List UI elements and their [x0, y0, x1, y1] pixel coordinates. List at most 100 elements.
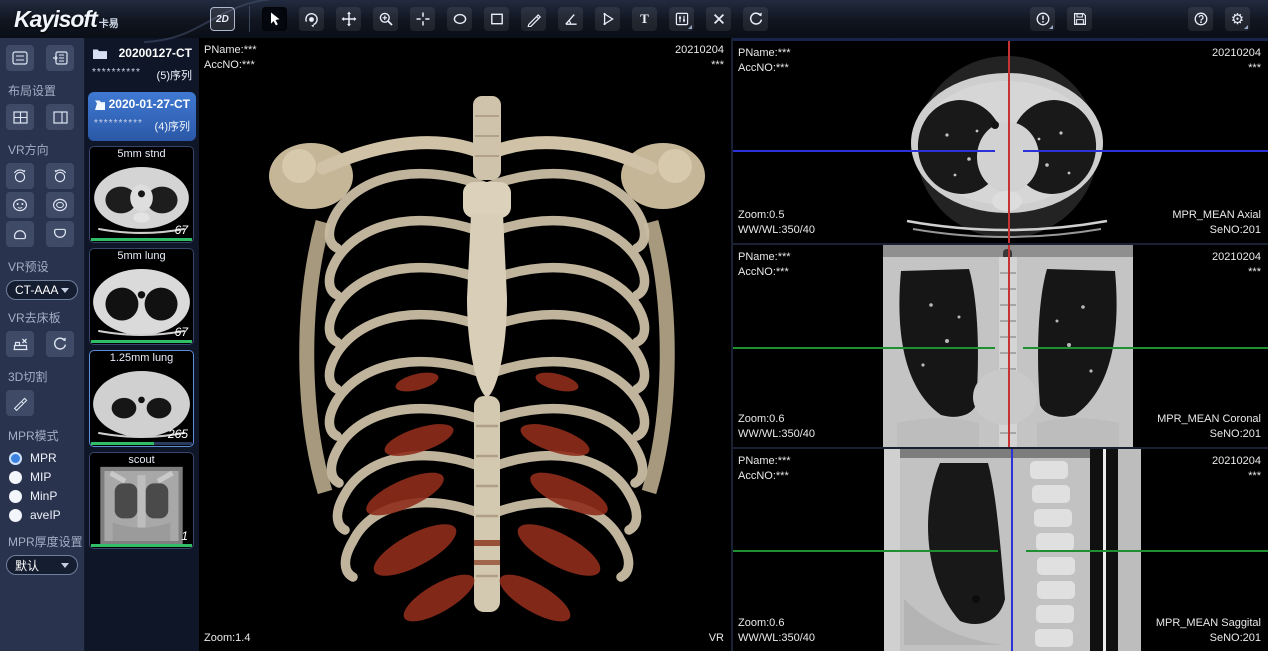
ellipse-roi-tool-button[interactable]: [447, 7, 472, 31]
measure-tool-button[interactable]: [521, 7, 546, 31]
pan-tool-button[interactable]: [336, 7, 361, 31]
layout-grid-button[interactable]: [6, 104, 34, 130]
axial-crosshair-vertical-red[interactable]: [1008, 41, 1010, 243]
app-window: Kayisoft 卡易 2D: [0, 0, 1268, 651]
series-thumbnail-scout[interactable]: scout 1: [89, 452, 194, 549]
vr-preset-select[interactable]: CT-AAA: [6, 280, 78, 300]
mpr-axial-viewport[interactable]: PName:*** AccNO:*** 20210204 *** Zoom:0.…: [733, 38, 1268, 243]
axial-overlay-topleft: PName:*** AccNO:***: [738, 46, 791, 76]
pan-icon: [341, 11, 357, 27]
mpr-sagittal-viewport[interactable]: PName:*** AccNO:*** 20210204 *** Zoom:0.…: [733, 449, 1268, 651]
vr-zoom: Zoom:1.4: [204, 631, 250, 646]
series-thumbnail-5mm-lung[interactable]: 5mm lung 67: [89, 248, 194, 345]
axial-wwwl: WW/WL:350/40: [738, 223, 815, 238]
study-item-1[interactable]: 20200127-CT ********** (5)序列: [85, 40, 199, 90]
layout-split-button[interactable]: [46, 104, 74, 130]
axial-crosshair-horizontal-blue[interactable]: [733, 150, 1268, 152]
mpr-mode-radio-mpr[interactable]: MPR: [9, 449, 84, 467]
cut3d-section-label: 3D切割: [8, 368, 84, 385]
remove-bed-button[interactable]: [6, 331, 34, 357]
scalpel-cut-button[interactable]: [6, 390, 34, 416]
axial-seno: SeNO:201: [1172, 223, 1261, 238]
info-icon: [1035, 11, 1051, 27]
sagittal-mode: MPR_MEAN Saggital: [1156, 616, 1261, 631]
sagittal-overlay-topleft: PName:*** AccNO:***: [738, 454, 791, 484]
zoom-tool-button[interactable]: [373, 7, 398, 31]
head-rotate-right-icon: [52, 168, 68, 184]
mpr-mode-radio-aveip[interactable]: aveIP: [9, 506, 84, 524]
list-panel-icon: [12, 51, 28, 65]
window-level-tool-button[interactable]: [669, 7, 694, 31]
mpr-coronal-viewport[interactable]: PName:*** AccNO:*** 20210204 *** Zoom:0.…: [733, 245, 1268, 447]
save-floppy-icon: [1072, 11, 1088, 27]
panel-collapse-button[interactable]: [46, 45, 74, 71]
panel-list-button[interactable]: [6, 45, 34, 71]
sagittal-date: 20210204: [1212, 454, 1261, 469]
head-rotate-left-icon: [12, 168, 28, 184]
study-title: 20200127-CT: [112, 46, 192, 60]
mpr-thickness-select[interactable]: 默认: [6, 555, 78, 575]
sagittal-crosshair-horizontal-green[interactable]: [733, 550, 1268, 552]
mpr-mode-radio-mip[interactable]: MIP: [9, 468, 84, 486]
vr-direction-bottom-button[interactable]: [46, 221, 74, 247]
angle-icon: [563, 11, 579, 27]
vr-direction-back-button[interactable]: [46, 192, 74, 218]
thumbnail-label: scout: [90, 454, 193, 466]
help-button[interactable]: [1188, 7, 1213, 31]
sagittal-overlay-bottomright: MPR_MEAN Saggital SeNO:201: [1156, 616, 1261, 646]
crosshair-icon: [415, 11, 431, 27]
reset-tool-button[interactable]: [743, 7, 768, 31]
thumbnail-image-count: 265: [168, 427, 188, 441]
delete-annotation-tool-button[interactable]: [706, 7, 731, 31]
vr-overlay-bottomright: VR: [709, 631, 724, 646]
thumbnail-scout-image: [90, 466, 193, 546]
coronal-overlay-bottomright: MPR_MEAN Coronal SeNO:201: [1157, 412, 1261, 442]
angle-tool-button[interactable]: [558, 7, 583, 31]
crosshair-tool-button[interactable]: [410, 7, 435, 31]
settings-button[interactable]: ⚙: [1225, 7, 1250, 31]
study-item-2-selected[interactable]: 2020-01-27-CT ********** (4)序列: [88, 92, 196, 141]
info-tool-button[interactable]: [1030, 7, 1055, 31]
rotate-3d-tool-button[interactable]: [299, 7, 324, 31]
coronal-crosshair-vertical-red[interactable]: [1008, 245, 1010, 447]
thumbnail-label: 1.25mm lung: [90, 352, 193, 364]
study-patient: **********: [94, 118, 143, 134]
mpr-mode-radio-minp[interactable]: MinP: [9, 487, 84, 505]
axial-ct-image: [877, 55, 1137, 241]
radio-dot-icon: [9, 452, 22, 465]
reset-rotate-icon: [748, 11, 764, 27]
text-tool-button[interactable]: T: [632, 7, 657, 31]
sagittal-wwwl: WW/WL:350/40: [738, 631, 815, 646]
vr-direction-rotate-left-button[interactable]: [6, 163, 34, 189]
series-panel: 20200127-CT ********** (5)序列 2020-01-27-…: [84, 38, 199, 651]
layout-section-label: 布局设置: [8, 82, 84, 99]
save-button[interactable]: [1067, 7, 1092, 31]
rect-roi-tool-button[interactable]: [484, 7, 509, 31]
arrow-annotate-icon: [600, 11, 616, 27]
sagittal-pname: PName:***: [738, 454, 791, 469]
axial-stars: ***: [1212, 61, 1261, 76]
coronal-crosshair-horizontal-green[interactable]: [733, 347, 1268, 349]
rotate-3d-icon: [303, 11, 320, 28]
series-thumbnail-5mm-stnd[interactable]: 5mm stnd 67: [89, 146, 194, 243]
vr-direction-front-button[interactable]: [6, 192, 34, 218]
vr-direction-top-button[interactable]: [6, 221, 34, 247]
vr-viewport[interactable]: PName:*** AccNO:*** 20210204 *** Zoom:1.…: [199, 38, 731, 651]
coronal-mode: MPR_MEAN Coronal: [1157, 412, 1261, 427]
control-sidebar: 布局设置 VR方向: [0, 38, 84, 651]
vr-direction-rotate-right-button[interactable]: [46, 163, 74, 189]
cursor-tool-button[interactable]: [262, 7, 287, 31]
bed-reset-button[interactable]: [46, 331, 74, 357]
layout-2d-button[interactable]: 2D: [210, 7, 235, 31]
mpr-mode-radio-label: MPR: [30, 451, 57, 465]
sagittal-seno: SeNO:201: [1156, 631, 1261, 646]
head-bottom-icon: [52, 226, 68, 242]
axial-pname: PName:***: [738, 46, 791, 61]
axial-scroll-indicator[interactable]: [1075, 38, 1089, 41]
arrow-annotate-tool-button[interactable]: [595, 7, 620, 31]
vr-overlay-bottomleft: Zoom:1.4: [204, 631, 250, 646]
vr-ribcage-rendering: [267, 82, 707, 648]
gear-icon: ⚙: [1231, 12, 1244, 27]
face-front-icon: [12, 198, 28, 212]
series-thumbnail-1-25mm-lung[interactable]: 1.25mm lung 265: [89, 350, 194, 447]
